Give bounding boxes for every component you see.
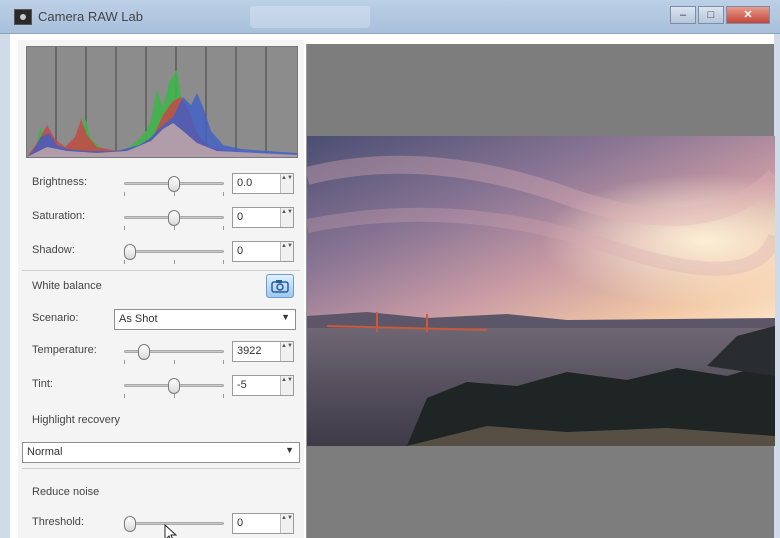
slider-tick — [124, 226, 125, 230]
temperature-row: Temperature: 3922 ▲▼ — [18, 338, 304, 366]
temperature-slider[interactable] — [124, 338, 224, 366]
app-camera-icon — [14, 9, 32, 25]
tint-row: Tint: -5 ▲▼ — [18, 372, 304, 400]
threshold-value[interactable]: 0 — [237, 517, 243, 529]
highlight-recovery-value[interactable]: Normal — [27, 446, 62, 458]
threshold-slider-thumb[interactable] — [124, 516, 136, 532]
slider-tick — [223, 226, 224, 230]
slider-tick — [174, 192, 175, 196]
window-frame-left — [0, 34, 10, 538]
brightness-row: Brightness: 0.0 ▲▼ — [18, 170, 304, 198]
window-controls: – □ ✕ — [670, 6, 770, 24]
title-highlight — [250, 6, 370, 28]
temperature-value[interactable]: 3922 — [237, 345, 261, 357]
sunset-photo — [307, 136, 775, 446]
preview-photo[interactable] — [307, 136, 775, 446]
mouse-pointer-icon — [164, 523, 178, 538]
brightness-slider[interactable] — [124, 170, 224, 198]
slider-tick — [223, 394, 224, 398]
shadow-slider[interactable] — [124, 238, 224, 266]
tint-value[interactable]: -5 — [237, 379, 247, 391]
shadow-spinbox[interactable]: 0 ▲▼ — [232, 241, 294, 262]
threshold-label: Threshold: — [32, 516, 84, 528]
slider-tick — [174, 226, 175, 230]
saturation-slider[interactable] — [124, 204, 224, 232]
scenario-value[interactable]: As Shot — [119, 313, 158, 325]
close-button[interactable]: ✕ — [726, 6, 770, 24]
slider-tick — [223, 360, 224, 364]
saturation-value[interactable]: 0 — [237, 211, 243, 223]
tint-slider-thumb[interactable] — [168, 378, 180, 394]
shadow-slider-track[interactable] — [124, 250, 224, 253]
highlight-recovery-row: Highlight recovery — [18, 408, 304, 436]
slider-tick — [223, 192, 224, 196]
shadow-slider-thumb[interactable] — [124, 244, 136, 260]
slider-tick — [223, 260, 224, 264]
image-preview-area[interactable] — [306, 44, 775, 538]
divider — [22, 468, 300, 469]
white-balance-picker-icon — [271, 280, 289, 293]
slider-tick — [174, 360, 175, 364]
adjustments-panel: Brightness: 0.0 ▲▼ Saturation: 0 ▲▼ Shad… — [18, 40, 304, 538]
white-balance-picker-button[interactable] — [266, 274, 294, 298]
white-balance-label: White balance — [32, 280, 102, 292]
threshold-row: Threshold: 0 ▲▼ — [18, 510, 304, 538]
saturation-label: Saturation: — [32, 210, 86, 222]
tint-label: Tint: — [32, 378, 53, 390]
slider-tick — [174, 394, 175, 398]
slider-tick — [174, 260, 175, 264]
tint-spinbox[interactable]: -5 ▲▼ — [232, 375, 294, 396]
scenario-row: Scenario: As Shot ▼ — [18, 306, 304, 334]
histogram-graph — [27, 47, 297, 157]
maximize-button[interactable]: □ — [698, 6, 724, 24]
brightness-spinbox[interactable]: 0.0 ▲▼ — [232, 173, 294, 194]
spin-arrows-icon[interactable]: ▲▼ — [280, 376, 293, 395]
saturation-row: Saturation: 0 ▲▼ — [18, 204, 304, 232]
reduce-noise-row: Reduce noise — [18, 480, 304, 508]
shadow-label: Shadow: — [32, 244, 75, 256]
window-title: Camera RAW Lab — [38, 9, 143, 24]
chevron-down-icon[interactable]: ▼ — [285, 445, 294, 455]
tint-slider[interactable] — [124, 372, 224, 400]
spin-arrows-icon[interactable]: ▲▼ — [280, 208, 293, 227]
chevron-down-icon[interactable]: ▼ — [281, 312, 290, 322]
highlight-recovery-label: Highlight recovery — [32, 414, 121, 426]
temperature-spinbox[interactable]: 3922 ▲▼ — [232, 341, 294, 362]
slider-tick — [124, 260, 125, 264]
brightness-label: Brightness: — [32, 176, 88, 188]
spin-arrows-icon[interactable]: ▲▼ — [280, 174, 293, 193]
slider-tick — [124, 360, 125, 364]
brightness-slider-thumb[interactable] — [168, 176, 180, 192]
threshold-spinbox[interactable]: 0 ▲▼ — [232, 513, 294, 534]
reduce-noise-label: Reduce noise — [32, 486, 100, 498]
saturation-spinbox[interactable]: 0 ▲▼ — [232, 207, 294, 228]
histogram — [26, 46, 298, 158]
spin-arrows-icon[interactable]: ▲▼ — [280, 242, 293, 261]
scenario-label: Scenario: — [32, 312, 79, 324]
shadow-value[interactable]: 0 — [237, 245, 243, 257]
white-balance-row: White balance — [18, 274, 304, 302]
temperature-slider-thumb[interactable] — [138, 344, 150, 360]
highlight-recovery-dropdown[interactable]: Normal ▼ — [22, 442, 300, 463]
slider-tick — [124, 394, 125, 398]
minimize-button[interactable]: – — [670, 6, 696, 24]
slider-tick — [124, 192, 125, 196]
spin-arrows-icon[interactable]: ▲▼ — [280, 514, 293, 533]
saturation-slider-thumb[interactable] — [168, 210, 180, 226]
title-bar: Camera RAW Lab – □ ✕ — [0, 0, 780, 34]
spin-arrows-icon[interactable]: ▲▼ — [280, 342, 293, 361]
shadow-row: Shadow: 0 ▲▼ — [18, 238, 304, 266]
temperature-label: Temperature: — [32, 344, 97, 356]
scenario-dropdown[interactable]: As Shot ▼ — [114, 309, 296, 330]
divider — [22, 270, 300, 271]
brightness-value[interactable]: 0.0 — [237, 177, 252, 189]
